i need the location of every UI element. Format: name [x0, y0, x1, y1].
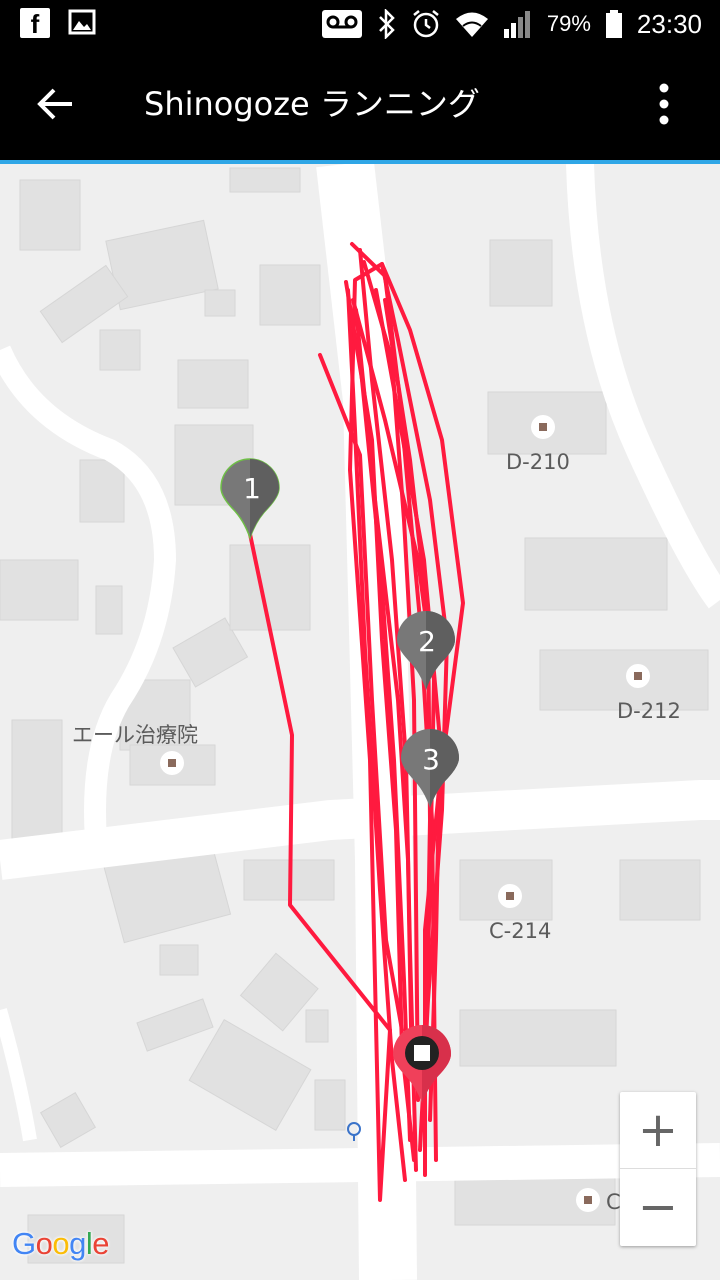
bluetooth-icon: [378, 9, 395, 39]
zoom-in-button[interactable]: +: [620, 1092, 696, 1169]
battery-icon: [605, 10, 622, 38]
image-icon: [68, 9, 96, 35]
zoom-in-label: +: [637, 1102, 679, 1158]
facebook-icon: f: [20, 8, 50, 39]
page-title: Shinogoze ランニング: [144, 85, 480, 123]
place-label-d210[interactable]: D-210: [506, 450, 570, 474]
voicemail-icon: [321, 10, 362, 38]
alarm-icon: [413, 10, 439, 38]
lap-marker-3-label: 3: [422, 743, 440, 776]
battery-percentage: 79%: [546, 11, 591, 36]
stop-icon: [414, 1045, 430, 1061]
zoom-controls: + −: [620, 1092, 696, 1246]
google-logo-letter: g: [69, 1226, 86, 1261]
lap-marker-1-label: 1: [243, 472, 261, 505]
place-label-clinic[interactable]: エール治療院: [72, 719, 198, 749]
lap-marker-2-label: 2: [418, 625, 436, 658]
google-logo: Google: [12, 1226, 110, 1262]
google-logo-letter: o: [52, 1226, 70, 1261]
zoom-out-button[interactable]: −: [620, 1169, 696, 1245]
more-vert-icon[interactable]: [650, 80, 678, 128]
wifi-icon: [455, 12, 488, 37]
google-logo-letter: G: [12, 1226, 36, 1261]
arrow-back-icon[interactable]: [34, 82, 78, 126]
google-logo-letter: e: [92, 1226, 110, 1261]
place-label-c214[interactable]: C-214: [489, 919, 551, 943]
status-bar: f 79% 23:30: [0, 0, 720, 48]
place-label-d212[interactable]: D-212: [617, 699, 681, 723]
google-logo-letter: o: [35, 1226, 53, 1261]
zoom-out-label: −: [637, 1179, 679, 1235]
clock: 23:30: [636, 8, 702, 39]
signal-icon: [503, 11, 530, 38]
map-view[interactable]: 1 2 3 D-210 D-212 エール治療院 C-214: [0, 164, 720, 1280]
